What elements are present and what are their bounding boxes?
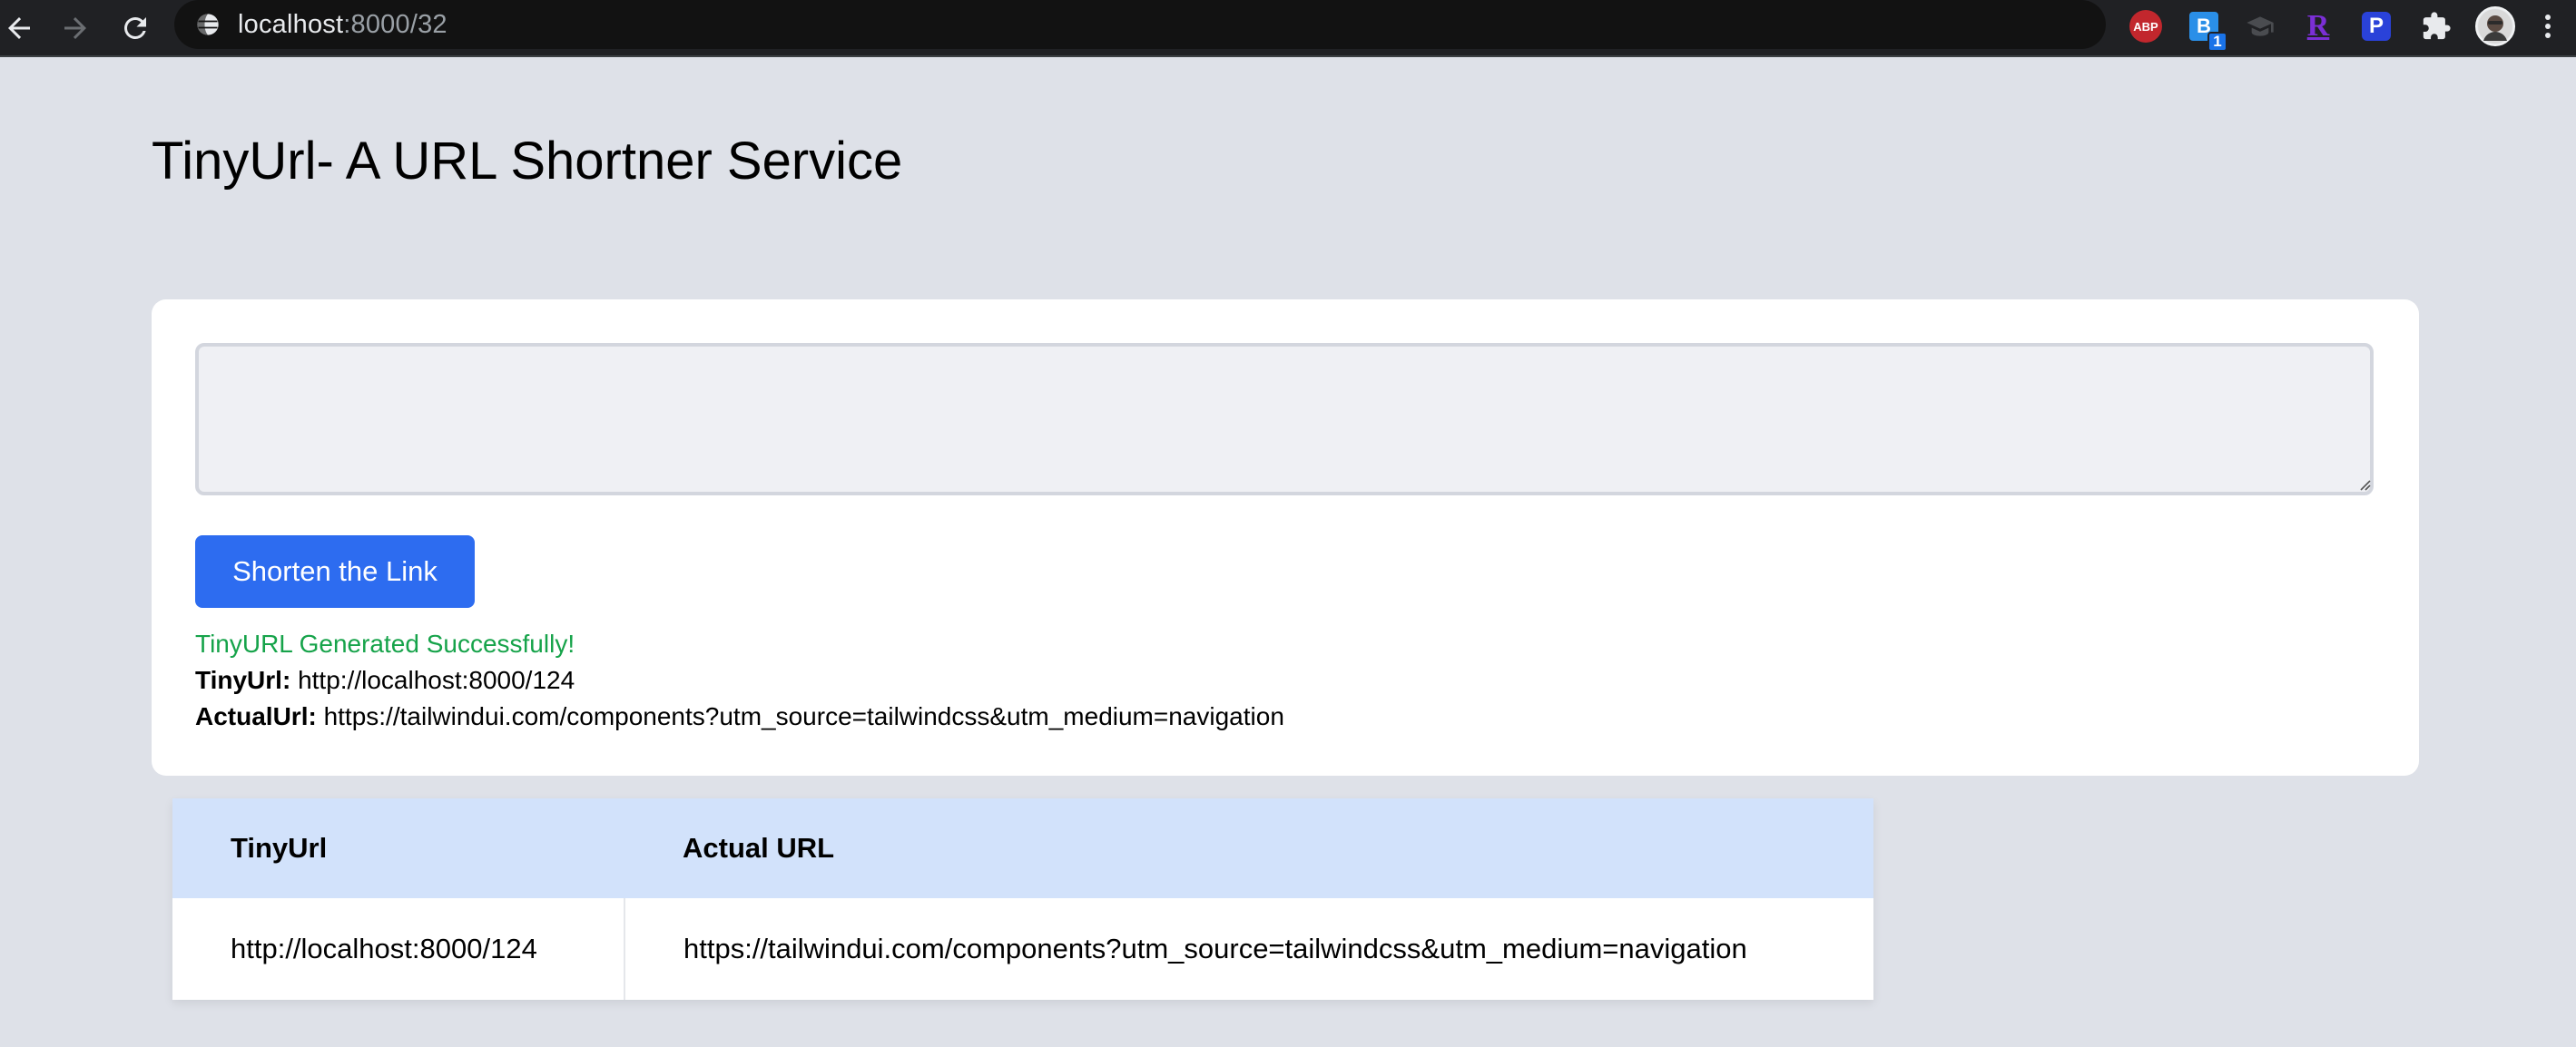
- abp-extension-button[interactable]: ABP: [2128, 8, 2164, 44]
- header-actual-url: Actual URL: [683, 832, 835, 864]
- scholar-cap-icon: [2247, 16, 2274, 36]
- p-extension-icon: P: [2362, 12, 2391, 41]
- extensions-menu-button[interactable]: [2418, 8, 2454, 44]
- tinyurl-value: http://localhost:8000/124: [298, 666, 575, 694]
- page-title: TinyUrl- A URL Shortner Service: [152, 132, 903, 191]
- b-extension-icon: B 1: [2189, 12, 2227, 52]
- browser-toolbar: localhost:8000/32 ABP B 1 R P: [0, 0, 2576, 57]
- b-extension-badge: 1: [2207, 32, 2227, 52]
- resize-grip-icon[interactable]: [2355, 475, 2372, 492]
- url-text: localhost:8000/32: [238, 10, 447, 40]
- profile-button[interactable]: [2474, 5, 2516, 47]
- actualurl-result: ActualUrl: https://tailwindui.com/compon…: [195, 699, 1284, 735]
- browser-menu-button[interactable]: [2534, 8, 2561, 44]
- more-vert-icon: [2545, 15, 2551, 38]
- abp-icon: ABP: [2129, 10, 2162, 43]
- url-input[interactable]: [195, 343, 2374, 495]
- back-button[interactable]: [0, 4, 44, 53]
- p-extension-button[interactable]: P: [2358, 8, 2394, 44]
- reload-button[interactable]: [111, 4, 160, 53]
- back-arrow-icon: [8, 17, 30, 39]
- address-bar[interactable]: localhost:8000/32: [174, 0, 2106, 49]
- forward-arrow-icon: [64, 17, 86, 39]
- success-message: TinyURL Generated Successfully!: [195, 630, 575, 658]
- cell-tinyurl: http://localhost:8000/124: [172, 898, 625, 1000]
- reload-icon: [124, 16, 146, 39]
- b-extension-button[interactable]: B 1: [2186, 8, 2227, 52]
- shortener-card: Shorten the Link TinyURL Generated Succe…: [152, 299, 2419, 776]
- cell-actual-url: https://tailwindui.com/components?utm_so…: [683, 933, 1747, 964]
- r-extension-icon: R: [2306, 9, 2330, 43]
- url-path: :8000/32: [343, 9, 447, 39]
- tinyurl-result: TinyUrl: http://localhost:8000/124: [195, 662, 1284, 699]
- urls-table: TinyUrl Actual URL http://localhost:8000…: [172, 798, 1873, 1000]
- puzzle-icon: [2423, 12, 2451, 40]
- forward-button[interactable]: [51, 4, 100, 53]
- actualurl-value: https://tailwindui.com/components?utm_so…: [323, 702, 1284, 730]
- result-panel: TinyURL Generated Successfully! TinyUrl:…: [195, 626, 1284, 735]
- header-tinyurl: TinyUrl: [231, 832, 328, 864]
- url-host: localhost: [238, 9, 344, 39]
- table-header-row: TinyUrl Actual URL: [172, 798, 1873, 898]
- r-extension-button[interactable]: R: [2300, 8, 2336, 44]
- site-info-icon[interactable]: [194, 11, 221, 38]
- table-row: http://localhost:8000/124 https://tailwi…: [172, 898, 1873, 1000]
- avatar: [2475, 6, 2515, 46]
- actualurl-label: ActualUrl:: [195, 702, 317, 730]
- profile-avatar-icon: [2478, 9, 2512, 44]
- scholar-extension-button[interactable]: [2242, 8, 2278, 44]
- shorten-link-button[interactable]: Shorten the Link: [195, 535, 475, 608]
- tinyurl-label: TinyUrl:: [195, 666, 291, 694]
